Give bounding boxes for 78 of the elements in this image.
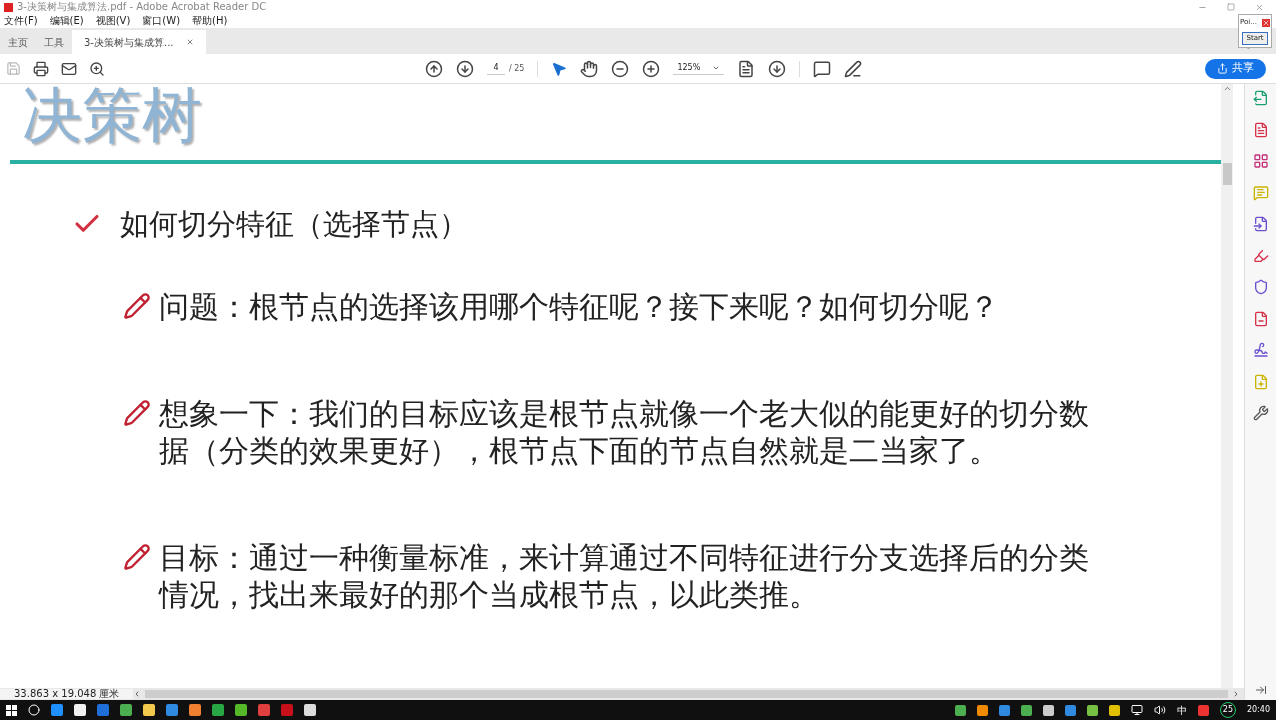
collapse-pane-icon[interactable] — [1254, 684, 1267, 696]
slide-title: 决策树 — [22, 84, 203, 146]
file-export-icon[interactable] — [1252, 90, 1269, 106]
window-title: 3-决策树与集成算法.pdf - Adobe Acrobat Reader DC — [17, 2, 267, 12]
vertical-scrollbar[interactable] — [1221, 84, 1233, 688]
search-icon[interactable] — [28, 704, 40, 716]
taskbar-app-icon[interactable] — [51, 704, 63, 716]
taskbar-app-icon[interactable] — [281, 704, 293, 716]
menu-item[interactable]: 编辑(E) — [49, 16, 84, 26]
zoom-dropdown[interactable]: 125% — [673, 62, 725, 75]
pdf-app-icon — [4, 2, 13, 12]
taskbar-app-icon[interactable] — [212, 704, 224, 716]
tray-icon[interactable] — [976, 704, 988, 716]
taskbar-app-icon[interactable] — [97, 704, 109, 716]
mail-icon[interactable] — [61, 60, 77, 77]
comment-icon[interactable] — [813, 59, 832, 78]
menu-item[interactable]: 文件(F) — [4, 16, 38, 26]
menu-item[interactable]: 视图(V) — [95, 16, 131, 26]
menu-item[interactable]: 窗口(W) — [142, 16, 181, 26]
pen-icon[interactable] — [844, 59, 863, 78]
page-size-label: 33.863 x 19.048 厘米 — [0, 689, 134, 699]
highlighter-icon[interactable] — [1252, 247, 1269, 264]
tray-icon[interactable] — [1064, 704, 1076, 716]
taskbar-app-icon[interactable] — [166, 704, 178, 716]
page-total: / 25 — [509, 62, 525, 75]
tray-icon[interactable] — [1020, 704, 1032, 716]
bullet-text: 目标：通过一种衡量标准，来计算通过不同特征进行分支选择后的分类情况，找出来最好的那个当成根节点，以此类推。 — [159, 539, 1090, 613]
previous-page-icon[interactable] — [425, 59, 443, 78]
section-heading: 如何切分特征（选择节点） — [120, 206, 468, 242]
zoom-out-icon[interactable] — [611, 59, 630, 78]
search-icon[interactable] — [89, 60, 105, 77]
layout-icon[interactable] — [1252, 153, 1269, 169]
clock[interactable]: 20:40 — [1246, 704, 1270, 716]
network-icon[interactable] — [1130, 704, 1143, 716]
taskbar-app-icon[interactable] — [304, 704, 316, 716]
tray-icon[interactable] — [954, 704, 966, 716]
taskbar-app-icon[interactable] — [143, 704, 155, 716]
scrollbar-thumb[interactable] — [1222, 163, 1232, 185]
shield-icon[interactable] — [1252, 279, 1269, 295]
pencil-icon — [123, 399, 151, 427]
hand-icon[interactable] — [580, 59, 599, 78]
tools-icon[interactable] — [1252, 405, 1269, 421]
page-number-field[interactable]: 4 — [487, 62, 505, 75]
tray-icon[interactable] — [998, 704, 1010, 716]
tray-icon[interactable] — [1086, 704, 1098, 716]
close-tab-icon[interactable] — [185, 38, 194, 46]
next-page-icon[interactable] — [456, 59, 474, 78]
file-icon[interactable] — [1252, 310, 1269, 327]
taskbar-app-icon[interactable] — [189, 704, 201, 716]
taskbar-app-icon[interactable] — [235, 704, 247, 716]
tray-icon[interactable] — [1108, 704, 1120, 716]
zoom-in-icon[interactable] — [642, 59, 661, 78]
caret-icon — [712, 64, 721, 72]
tray-icon[interactable] — [1042, 704, 1054, 716]
horizontal-scrollbar[interactable] — [145, 690, 1228, 698]
pencil-icon — [123, 543, 151, 571]
share-button[interactable]: 共享 — [1205, 58, 1266, 79]
share-icon — [1217, 63, 1228, 74]
page-fit-icon[interactable] — [737, 59, 756, 78]
close-icon[interactable] — [1262, 18, 1270, 27]
bullet-text: 问题：根节点的选择该用哪个特征呢？接下来呢？如何切分呢？ — [159, 288, 1000, 325]
scroll-right-icon[interactable] — [1232, 690, 1240, 698]
tab[interactable]: 工具 — [36, 30, 72, 54]
print-icon[interactable] — [33, 60, 49, 77]
taskbar-app-icon[interactable] — [258, 704, 270, 716]
input-method[interactable]: 中 — [1176, 702, 1187, 718]
tab[interactable]: 3-决策树与集成算... — [72, 30, 206, 54]
windows-start-icon[interactable] — [6, 704, 17, 716]
bullet-text: 想象一下：我们的目标应该是根节点就像一个老大似的能更好的切分数据（分类的效果更好），根节点下面的节点自然就是二当家了。 — [159, 395, 1090, 469]
taskbar-app-icon[interactable] — [74, 704, 86, 716]
select-cursor-icon[interactable] — [551, 60, 568, 77]
volume-icon[interactable] — [1153, 704, 1166, 716]
signature-icon[interactable] — [1252, 342, 1269, 358]
scroll-up-icon[interactable] — [1222, 84, 1232, 93]
pencil-icon — [123, 292, 151, 320]
taskbar-app-icon[interactable] — [120, 704, 132, 716]
menu-item[interactable]: 帮助(H) — [192, 16, 228, 26]
tab[interactable]: 主页 — [0, 30, 36, 54]
